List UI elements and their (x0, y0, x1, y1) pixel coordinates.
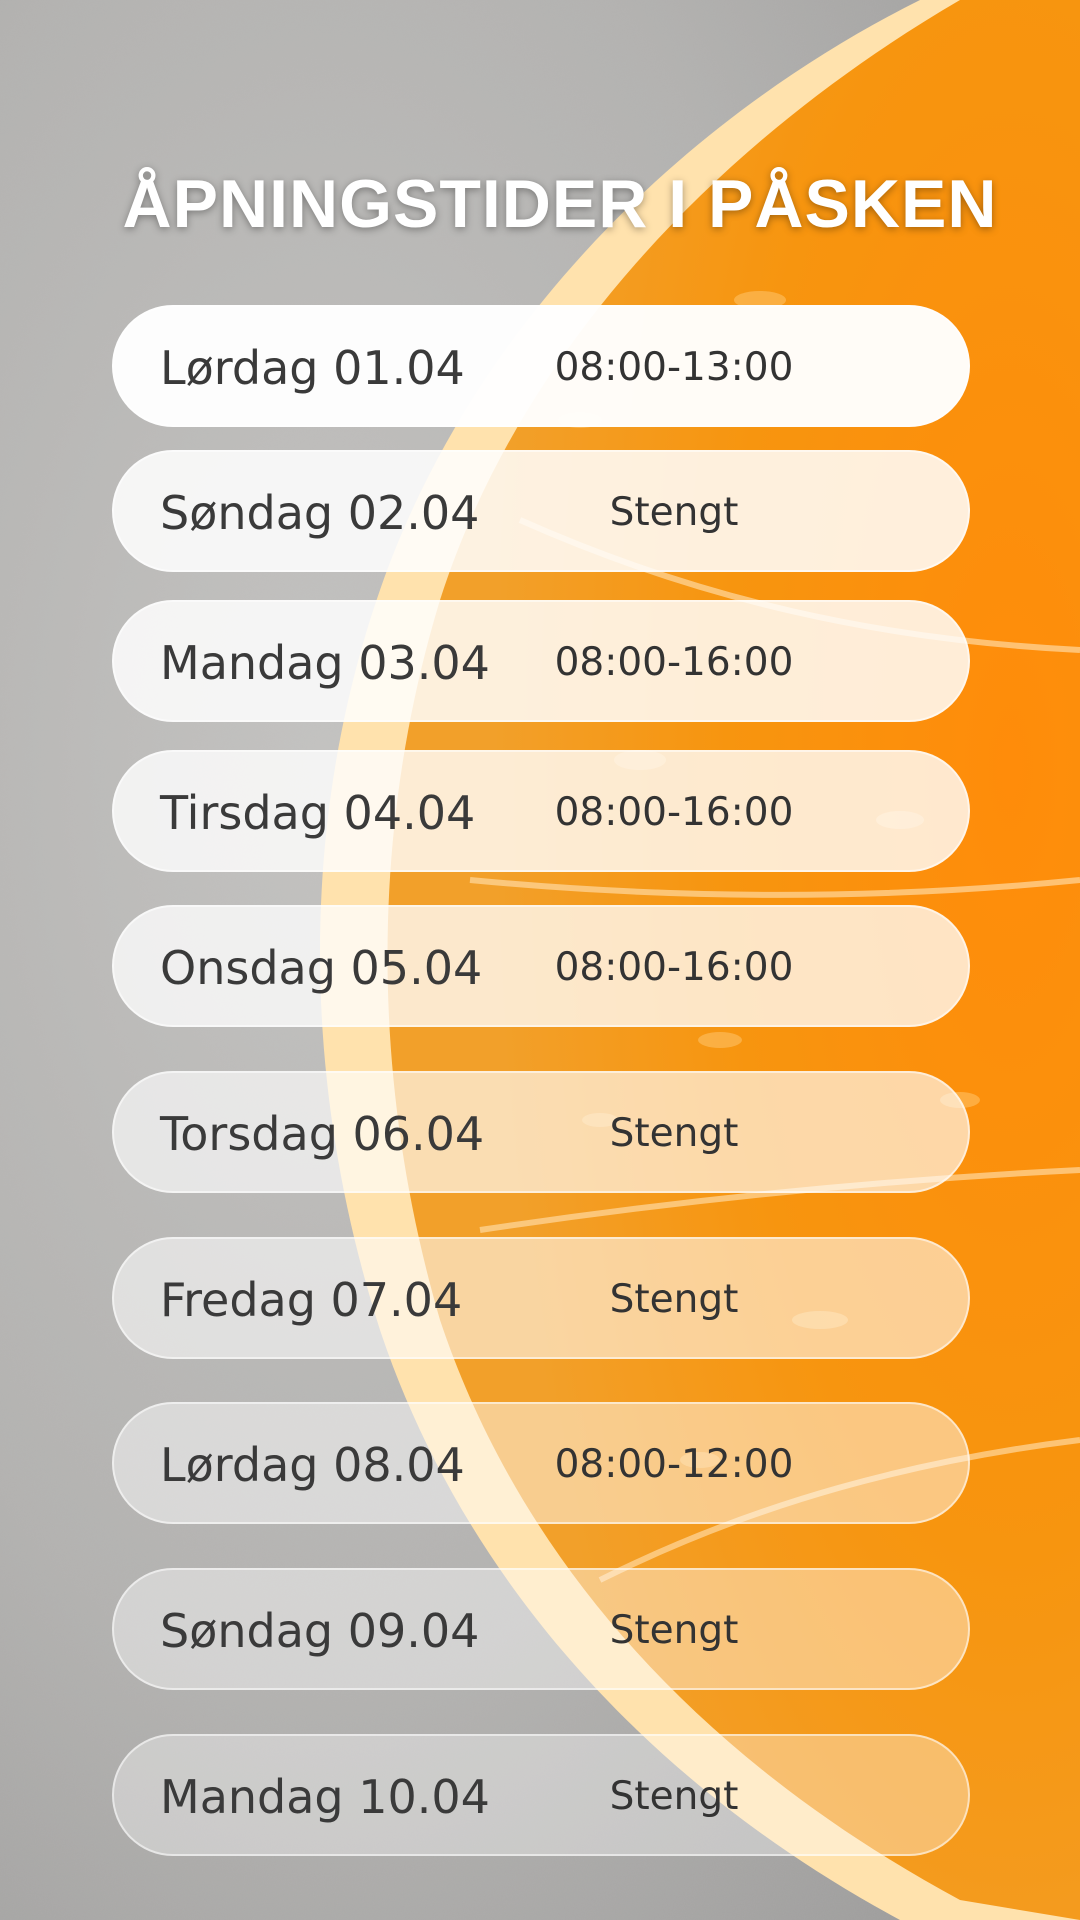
schedule-day: Lørdag 08.04 (160, 1438, 465, 1492)
schedule-day: Mandag 10.04 (160, 1770, 490, 1824)
schedule-row: Mandag 10.04 Stengt (112, 1734, 970, 1856)
schedule-hours: 08:00-16:00 (554, 945, 794, 990)
schedule-row: Fredag 07.04 Stengt (112, 1237, 970, 1359)
schedule-hours: 08:00-16:00 (554, 790, 794, 835)
schedule-day: Onsdag 05.04 (160, 941, 483, 995)
schedule-row: Lørdag 01.04 08:00-13:00 (112, 305, 970, 427)
schedule-day: Søndag 02.04 (160, 486, 480, 540)
schedule-day: Lørdag 01.04 (160, 341, 465, 395)
schedule-row: Mandag 03.04 08:00-16:00 (112, 600, 970, 722)
schedule-hours: 08:00-13:00 (554, 345, 794, 390)
schedule-day: Torsdag 06.04 (160, 1107, 485, 1161)
schedule-row: Søndag 09.04 Stengt (112, 1568, 970, 1690)
schedule-row: Torsdag 06.04 Stengt (112, 1071, 970, 1193)
schedule-hours: Stengt (609, 1774, 739, 1819)
schedule-hours: 08:00-16:00 (554, 640, 794, 685)
schedule-day: Søndag 09.04 (160, 1604, 480, 1658)
schedule-hours: Stengt (609, 490, 739, 535)
schedule-day: Tirsdag 04.04 (160, 786, 476, 840)
schedule-row: Tirsdag 04.04 08:00-16:00 (112, 750, 970, 872)
schedule-day: Fredag 07.04 (160, 1273, 463, 1327)
schedule-hours: Stengt (609, 1608, 739, 1653)
schedule-row: Lørdag 08.04 08:00-12:00 (112, 1402, 970, 1524)
schedule-hours: Stengt (609, 1277, 739, 1322)
schedule-hours: 08:00-12:00 (554, 1442, 794, 1487)
page-title: ÅPNINGSTIDER I PÅSKEN (122, 166, 998, 242)
schedule-day: Mandag 03.04 (160, 636, 490, 690)
schedule-row: Søndag 02.04 Stengt (112, 450, 970, 572)
schedule-hours: Stengt (609, 1111, 739, 1156)
schedule-row: Onsdag 05.04 08:00-16:00 (112, 905, 970, 1027)
